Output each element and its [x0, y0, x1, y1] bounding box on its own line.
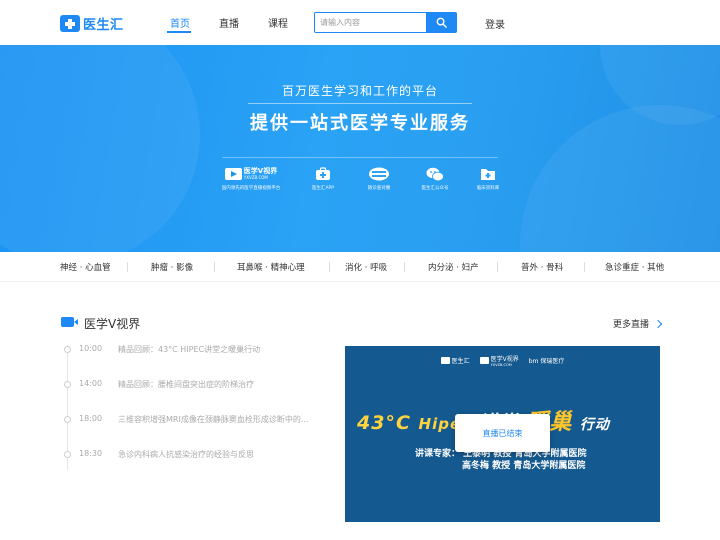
category-item[interactable]: 神经 · 心血管 — [60, 261, 111, 273]
timeline-dot — [64, 381, 71, 388]
nav-courses[interactable]: 课程 — [268, 15, 288, 30]
hero-item-vzb[interactable]: 医学V视界 YXVZB.COM 国内领先的医学直播视频平台 — [221, 165, 281, 192]
hero-item-ahz[interactable]: 随诊查对腰 — [349, 165, 409, 192]
section-title: 医学V视界 — [84, 317, 141, 331]
search-icon — [436, 17, 447, 28]
chevron-right-icon — [653, 319, 663, 328]
poster-logo-sub: YXVZB.COM — [490, 363, 512, 367]
timeline-dot — [64, 346, 71, 353]
hero-item-caption: 医生汇公众号 — [421, 186, 449, 191]
hero-item-caption: 随诊查对腰 — [367, 186, 391, 191]
category-item[interactable]: 耳鼻喉 · 精神心理 — [237, 261, 305, 273]
hero-banner: 百万医生学习和工作的平台 提供一站式医学专业服务 医学V视界 YXVZB.COM… — [0, 45, 720, 252]
hero-item-caption: 国内领先的医学直播视频平台 — [221, 186, 281, 191]
hero-subtitle: 百万医生学习和工作的平台 — [281, 84, 438, 98]
video-play-icon — [479, 357, 489, 364]
hero-decoration — [0, 45, 200, 252]
more-live-link[interactable]: 更多直播 — [613, 317, 663, 330]
timeline-dot — [64, 416, 71, 423]
wechat-icon — [426, 167, 444, 181]
schedule-time: 18:30 — [79, 449, 103, 458]
live-ended-badge: 直播已结束 — [455, 414, 550, 452]
hero-item-caption: 临床资料库 — [476, 186, 500, 191]
logo[interactable]: 医生汇 — [60, 13, 124, 33]
ahuizhu-logo-icon — [369, 167, 389, 181]
schedule-time: 10:00 — [79, 344, 103, 353]
schedule-title[interactable]: 急诊内科病人抗感染治疗的经验与反思 — [118, 449, 254, 460]
timeline-dot — [64, 451, 71, 458]
category-item[interactable]: 肿瘤 · 影像 — [151, 261, 193, 273]
top-header: 医生汇 首页 直播 课程 登录 — [0, 0, 720, 45]
search-box — [314, 12, 457, 33]
logo-text: 医生汇 — [83, 17, 124, 33]
search-button[interactable] — [426, 13, 456, 32]
more-live-label: 更多直播 — [613, 320, 650, 330]
schedule-title[interactable]: 三维容积增强MRI成像在颈静脉窦血栓形成诊断中的... — [118, 414, 308, 425]
headline-action: 行动 — [579, 417, 610, 433]
video-camera-icon — [61, 317, 78, 327]
hero-item-library[interactable]: 临床资料库 — [458, 165, 518, 192]
schedule-time: 14:00 — [79, 379, 103, 388]
medical-kit-icon — [316, 167, 330, 180]
category-item[interactable]: 急诊重症 · 其他 — [605, 261, 664, 273]
category-divider — [214, 262, 215, 272]
headline-temp: 43°C — [357, 412, 411, 434]
schedule-time: 18:00 — [79, 414, 103, 423]
logo-cross-icon — [440, 357, 450, 364]
speaker-org: 青岛大学附属医院 — [513, 461, 586, 471]
vzb-brand: 医学V视界 — [243, 167, 278, 175]
poster-logo-text: 医学V视界 — [490, 356, 519, 363]
video-play-icon: 医学V视界 YXVZB.COM — [221, 165, 281, 183]
poster-logo-text: bm 保瑞医疗 — [528, 358, 565, 365]
folder-plus-icon — [481, 169, 495, 180]
speaker-title: 教授 — [492, 461, 511, 471]
speaker-name: 高冬梅 — [462, 461, 490, 471]
category-divider — [127, 262, 128, 272]
hero-item-wechat[interactable]: 医生汇公众号 — [405, 165, 465, 192]
category-divider — [404, 262, 405, 272]
nav-live[interactable]: 直播 — [219, 15, 239, 30]
poster-logos: 医生汇 医学V视界 YXVZB.COM bm 保瑞医疗 — [345, 354, 660, 367]
category-divider — [329, 262, 330, 272]
schedule-title[interactable]: 精品回顾：43°C HIPEC讲堂之暖巢行动 — [118, 344, 260, 355]
login-link[interactable]: 登录 — [485, 16, 505, 31]
poster-logo-text: 医生汇 — [451, 358, 470, 365]
vzb-url: YXVZB.COM — [243, 175, 268, 180]
category-bar: 神经 · 心血管 肿瘤 · 影像 耳鼻喉 · 精神心理 消化 · 呼吸 内分泌 … — [0, 252, 720, 282]
nav-home[interactable]: 首页 — [170, 15, 190, 30]
logo-cross-icon — [60, 14, 80, 32]
category-item[interactable]: 消化 · 呼吸 — [345, 261, 387, 273]
category-divider — [584, 262, 585, 272]
category-divider — [497, 262, 498, 272]
hero-divider — [222, 157, 498, 158]
nav-active-underline — [167, 31, 191, 33]
hero-divider — [248, 103, 472, 104]
hero-item-app[interactable]: 医生汇APP — [293, 165, 353, 192]
hero-title: 提供一站式医学专业服务 — [250, 113, 470, 134]
search-input[interactable] — [315, 13, 427, 32]
category-item[interactable]: 内分泌 · 妇产 — [428, 261, 479, 273]
hero-item-caption: 医生汇APP — [311, 186, 334, 191]
schedule-title[interactable]: 精品回顾：腰椎间盘突出症的阶梯治疗 — [118, 379, 254, 390]
speakers-label: 讲课专家： — [415, 449, 461, 459]
category-item[interactable]: 普外 · 骨科 — [521, 261, 563, 273]
